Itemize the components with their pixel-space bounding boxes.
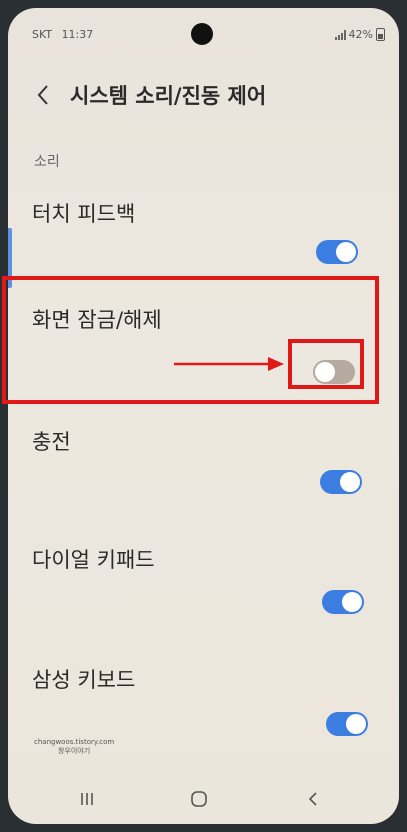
toggle-knob — [336, 242, 356, 262]
home-button[interactable] — [184, 786, 214, 812]
section-label: 소리 — [34, 154, 60, 170]
clock: 11:37 — [61, 28, 94, 41]
app-header: 시스템 소리/진동 제어 — [30, 80, 266, 110]
item-dial-keypad-label: 다이얼 키패드 — [32, 548, 155, 572]
nav-back-button[interactable] — [298, 786, 328, 812]
item-charging-label: 충전 — [32, 430, 71, 454]
battery-percent: 42% — [348, 28, 373, 41]
charging-toggle[interactable] — [320, 470, 362, 494]
page-title: 시스템 소리/진동 제어 — [70, 84, 267, 108]
arrow-right-icon — [174, 357, 284, 371]
navigation-bar — [8, 778, 399, 818]
recent-apps-button[interactable] — [72, 786, 102, 812]
signal-icon — [334, 29, 346, 40]
toggle-knob — [340, 472, 360, 492]
home-icon — [191, 791, 207, 807]
recent-apps-icon — [81, 793, 93, 805]
item-samsung-keyboard-label: 삼성 키보드 — [32, 668, 136, 692]
dial-keypad-toggle[interactable] — [322, 590, 364, 614]
watermark-url: changwoos.tistory.com — [34, 738, 115, 746]
toggle-knob — [342, 592, 362, 612]
phone-screen: SKT 11:37 42% 시스템 소리/진동 제어 소리 터치 피드백 화면 … — [8, 8, 399, 824]
watermark: changwoos.tistory.com 창우이야기 — [34, 738, 114, 756]
back-button[interactable] — [30, 82, 56, 108]
touch-feedback-toggle[interactable] — [316, 240, 358, 264]
highlight-box-toggle — [288, 339, 364, 389]
toggle-knob — [346, 714, 366, 734]
status-bar-left: SKT 11:37 — [32, 28, 93, 41]
chevron-left-icon — [37, 85, 48, 105]
front-camera — [191, 23, 213, 45]
battery-icon — [376, 28, 385, 41]
samsung-keyboard-toggle[interactable] — [326, 712, 368, 736]
item-touch-feedback-label: 터치 피드백 — [32, 202, 136, 226]
carrier-label: SKT — [32, 28, 53, 41]
status-bar-right: 42% — [334, 28, 385, 41]
back-icon — [308, 792, 317, 806]
watermark-name: 창우이야기 — [57, 747, 91, 755]
